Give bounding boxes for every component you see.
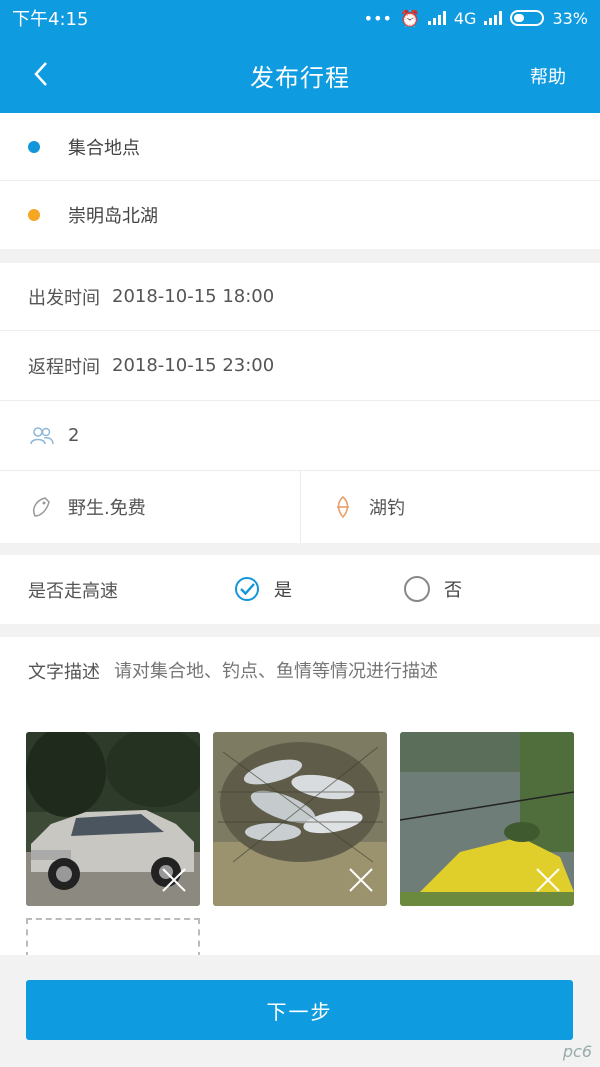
people-icon	[28, 422, 56, 450]
remove-photo-icon[interactable]	[534, 866, 562, 894]
page-title: 发布行程	[250, 64, 350, 92]
description-input[interactable]	[114, 660, 514, 682]
car-photo[interactable]	[26, 732, 200, 906]
description-label: 文字描述	[28, 662, 100, 683]
meet-dot-icon	[28, 140, 40, 153]
return-time-label: 返程时间	[28, 356, 100, 378]
more-icon: •••	[363, 8, 392, 28]
signal-icon-2	[484, 11, 503, 25]
highway-row: 是否走高速 是 否	[0, 555, 600, 624]
network-type: 4G	[453, 8, 477, 28]
help-button[interactable]: 帮助	[530, 63, 566, 89]
fishing-type-selector[interactable]: 湖钓	[300, 471, 600, 543]
meet-location-text: 集合地点	[68, 137, 140, 159]
alarm-icon: ⏰	[399, 8, 420, 28]
people-count-row[interactable]: 2	[0, 401, 600, 471]
tags-row: 野生.免费 湖钓	[0, 471, 600, 543]
next-step-button[interactable]: 下一步	[26, 980, 573, 1040]
fishing-type-value: 湖钓	[369, 498, 405, 519]
nav-bar: 发布行程 帮助	[0, 36, 600, 113]
fish-type-selector[interactable]: 野生.免费	[0, 471, 300, 543]
depart-time-row[interactable]: 出发时间 2018-10-15 18:00	[0, 263, 600, 331]
highway-no-label: 否	[444, 580, 462, 601]
trip-details-section: 出发时间 2018-10-15 18:00 返程时间 2018-10-15 23…	[0, 263, 600, 543]
meet-location-row[interactable]: 集合地点	[0, 113, 600, 181]
watermark-logo: pc6	[562, 1042, 592, 1061]
highway-no-option[interactable]: 否	[404, 576, 462, 602]
fish-net-photo[interactable]	[213, 732, 387, 906]
highway-section: 是否走高速 是 否	[0, 555, 600, 624]
depart-time-value: 2018-10-15 18:00	[112, 286, 275, 307]
fish-icon	[28, 493, 56, 521]
highway-label: 是否走高速	[28, 580, 118, 602]
remove-photo-icon[interactable]	[160, 866, 188, 894]
add-photo-button[interactable]	[26, 918, 200, 958]
battery-percent: 33%	[552, 8, 588, 28]
lake-photo[interactable]	[400, 732, 574, 906]
destination-row[interactable]: 崇明岛北湖	[0, 181, 600, 249]
description-row: 文字描述	[0, 637, 600, 705]
status-bar: 下午4:15 ••• ⏰ 4G 33%	[0, 0, 600, 36]
locations-section: 集合地点 崇明岛北湖	[0, 113, 600, 249]
radio-empty-icon	[404, 576, 430, 602]
return-time-row[interactable]: 返程时间 2018-10-15 23:00	[0, 331, 600, 401]
people-count-value: 2	[68, 425, 80, 446]
status-icons: ••• ⏰ 4G 33%	[364, 9, 588, 28]
fish-type-value: 野生.免费	[68, 498, 146, 519]
status-time: 下午4:15	[12, 9, 89, 30]
check-circle-icon	[235, 577, 259, 601]
return-time-value: 2018-10-15 23:00	[112, 355, 275, 376]
remove-photo-icon[interactable]	[347, 866, 375, 894]
destination-dot-icon	[28, 209, 40, 221]
highway-yes-label: 是	[274, 580, 292, 601]
signal-icon	[427, 11, 446, 25]
battery-icon	[510, 10, 545, 26]
destination-text: 崇明岛北湖	[68, 206, 158, 227]
float-icon	[329, 493, 357, 521]
depart-time-label: 出发时间	[28, 287, 100, 309]
highway-yes-option[interactable]: 是	[234, 576, 292, 602]
